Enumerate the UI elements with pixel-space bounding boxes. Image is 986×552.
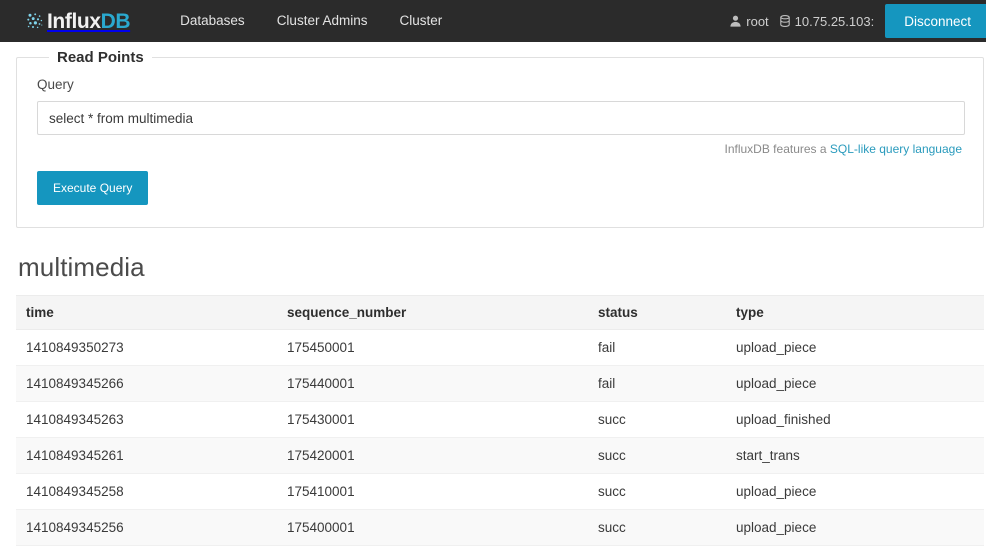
- cell-status: succ: [588, 473, 726, 510]
- brand-logo[interactable]: InfluxDB: [26, 0, 131, 42]
- influxdb-logo-icon: [26, 12, 44, 30]
- cell-sequence-number: 175450001: [277, 329, 588, 366]
- brand-text-influx: Influx: [47, 9, 101, 33]
- nav-link-cluster-admins[interactable]: Cluster Admins: [261, 0, 384, 42]
- cell-status: succ: [588, 437, 726, 474]
- cell-status: fail: [588, 329, 726, 366]
- current-user: root: [730, 13, 769, 29]
- cell-status: succ: [588, 401, 726, 438]
- table-row: 1410849345256 175400001 succ upload_piece: [16, 509, 984, 546]
- query-language-hint: InfluxDB features a SQL-like query langu…: [37, 142, 963, 156]
- cell-sequence-number: 175420001: [277, 437, 588, 474]
- results-table-body: 1410849350273 175450001 fail upload_piece 14…: [16, 329, 984, 546]
- current-host: 10.75.25.103:: [779, 13, 875, 29]
- cell-time: 1410849350273: [16, 329, 277, 366]
- brand-text: InfluxDB: [47, 9, 131, 33]
- nav-link-databases[interactable]: Databases: [164, 0, 261, 42]
- primary-nav: Databases Cluster Admins Cluster: [164, 0, 458, 42]
- table-row: 1410849345266 175440001 fail upload_piece: [16, 365, 984, 402]
- navbar-right-group: root 10.75.25.103: Disconnect: [730, 0, 986, 42]
- nav-link-cluster[interactable]: Cluster: [383, 0, 458, 42]
- cell-type: upload_piece: [726, 509, 984, 546]
- cell-time: 1410849345256: [16, 509, 277, 546]
- disconnect-button[interactable]: Disconnect: [885, 4, 986, 38]
- query-label: Query: [37, 77, 74, 92]
- column-header-type[interactable]: type: [726, 295, 984, 330]
- table-header-row: time sequence_number status type: [16, 295, 984, 330]
- cell-type: upload_piece: [726, 473, 984, 510]
- column-header-status[interactable]: status: [588, 295, 726, 330]
- read-points-panel: Read Points Query InfluxDB features a SQ…: [16, 49, 984, 228]
- panel-title: Read Points: [49, 49, 152, 66]
- table-row: 1410849345263 175430001 succ upload_finishe…: [16, 401, 984, 438]
- cell-status: succ: [588, 509, 726, 546]
- cell-sequence-number: 175430001: [277, 401, 588, 438]
- cell-type: start_trans: [726, 437, 984, 474]
- results-table-wrapper: time sequence_number status type 1410849…: [16, 295, 984, 546]
- cell-sequence-number: 175400001: [277, 509, 588, 546]
- cell-time: 1410849345263: [16, 401, 277, 438]
- cell-status: fail: [588, 365, 726, 402]
- cell-time: 1410849345266: [16, 365, 277, 402]
- table-row: 1410849345258 175410001 succ upload_piece: [16, 473, 984, 510]
- cell-time: 1410849345261: [16, 437, 277, 474]
- cell-type: upload_piece: [726, 365, 984, 402]
- current-host-label: 10.75.25.103:: [794, 13, 875, 29]
- table-row: 1410849350273 175450001 fail upload_piece: [16, 329, 984, 366]
- connection-info: root 10.75.25.103:: [730, 14, 885, 29]
- query-input[interactable]: [37, 101, 965, 135]
- cell-sequence-number: 175440001: [277, 365, 588, 402]
- results-table-head: time sequence_number status type: [16, 295, 984, 330]
- results-table: time sequence_number status type 1410849…: [16, 295, 984, 546]
- cell-type: upload_finished: [726, 401, 984, 438]
- sql-like-query-language-link[interactable]: SQL-like query language: [830, 142, 962, 156]
- cell-sequence-number: 175410001: [277, 473, 588, 510]
- table-row: 1410849345261 175420001 succ start_trans: [16, 437, 984, 474]
- brand-text-db: DB: [100, 9, 131, 33]
- results-title: multimedia: [18, 252, 145, 282]
- cell-time: 1410849345258: [16, 473, 277, 510]
- top-navbar: InfluxDB Databases Cluster Admins Cluste…: [0, 0, 986, 42]
- query-language-hint-text: InfluxDB features a: [724, 142, 827, 156]
- column-header-time[interactable]: time: [16, 295, 277, 330]
- database-icon: [779, 15, 790, 27]
- user-icon: [730, 15, 741, 27]
- current-user-label: root: [746, 13, 769, 29]
- column-header-sequence-number[interactable]: sequence_number: [277, 295, 588, 330]
- cell-type: upload_piece: [726, 329, 984, 366]
- execute-query-button[interactable]: Execute Query: [37, 171, 149, 205]
